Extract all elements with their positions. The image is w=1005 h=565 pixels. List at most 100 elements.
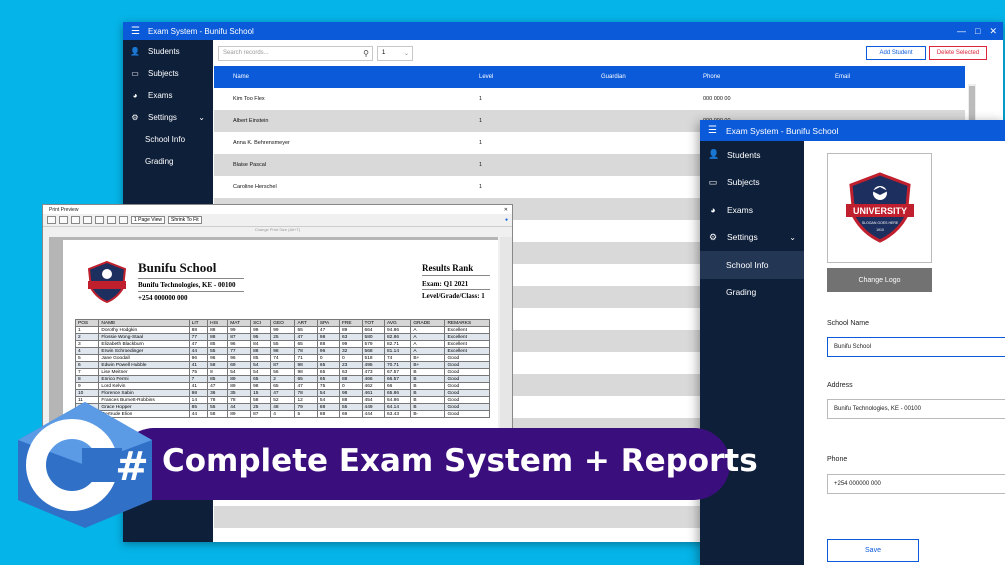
- fit-select[interactable]: Shrink To Fit: [167, 216, 202, 224]
- chevron-down-icon: ⌄: [198, 112, 205, 122]
- school-name-field[interactable]: Bunifu School: [827, 337, 1005, 357]
- column-header-phone[interactable]: Phone: [703, 74, 825, 80]
- four-page-icon[interactable]: [119, 216, 128, 224]
- table-cell: 48: [270, 403, 296, 411]
- column-header: POS: [74, 319, 100, 327]
- close-icon[interactable]: ✕: [989, 26, 997, 37]
- table-cell: 63.43: [383, 410, 412, 418]
- three-page-icon[interactable]: [107, 216, 116, 224]
- table-cell: 88: [250, 347, 272, 355]
- table-cell: 75: [188, 368, 209, 376]
- table-cell: 98: [188, 389, 209, 397]
- table-row: 2 Flossie Wong-Staal 77 88 87 95 25 47 98 63 580 82…: [74, 333, 490, 341]
- table-row: 1 Dorothy Hodgkin 88 88 99 99 99 55 47 89 664 94.86…: [74, 326, 490, 334]
- column-header-level[interactable]: Level: [459, 74, 581, 80]
- table-cell: 99: [270, 326, 296, 334]
- table-cell: Excellent: [444, 333, 490, 341]
- sidebar-item-school-info[interactable]: School Info: [700, 251, 804, 279]
- zoom-auto-icon[interactable]: [71, 216, 80, 224]
- sidebar-item-label: Settings: [148, 112, 177, 122]
- sidebar-item-settings[interactable]: ⚙ Settings ⌄: [123, 106, 213, 128]
- column-header-email[interactable]: Email: [825, 74, 850, 80]
- sidebar: 👤 Students ▭ Subjects ◕ Exams ⚙ Settings…: [700, 141, 804, 565]
- sidebar-item-grading[interactable]: Grading: [700, 279, 804, 307]
- page-view-select[interactable]: 1 Page View: [131, 216, 165, 224]
- delete-selected-button[interactable]: Delete Selected: [929, 46, 987, 60]
- table-cell: 44: [188, 410, 209, 418]
- table-cell: 79: [294, 403, 318, 411]
- cell-phone: 000 000 00: [703, 96, 731, 102]
- table-cell: 580: [361, 333, 386, 341]
- table-cell: 94.86: [383, 326, 412, 334]
- table-cell: 89: [227, 410, 252, 418]
- sidebar-item-grading[interactable]: Grading: [123, 150, 213, 172]
- print-size-hint: Change Print Size (Alt+T): [254, 227, 301, 232]
- print-icon[interactable]: [47, 216, 56, 224]
- column-header: REMARKS: [444, 319, 490, 327]
- sidebar-item-exams[interactable]: ◕ Exams: [123, 84, 213, 106]
- table-cell: 65: [316, 375, 340, 383]
- table-cell: 89: [338, 326, 363, 334]
- csharp-hash: #: [115, 444, 149, 490]
- sidebar-item-subjects[interactable]: ▭ Subjects: [700, 169, 804, 197]
- one-page-icon[interactable]: [83, 216, 92, 224]
- column-header-guardian[interactable]: Guardian: [581, 74, 703, 80]
- sidebar-item-exams[interactable]: ◕ Exams: [700, 196, 804, 224]
- table-cell: 96: [227, 340, 252, 348]
- table-row[interactable]: Kim Too Flex 1 000 000 00: [214, 88, 965, 110]
- maximize-icon[interactable]: □: [975, 26, 980, 37]
- table-cell: 7: [74, 368, 100, 376]
- sidebar-item-students[interactable]: 👤 Students: [123, 40, 213, 62]
- column-header: GEO: [270, 319, 296, 327]
- table-cell: A: [410, 326, 446, 334]
- hamburger-menu-icon[interactable]: ☰: [708, 125, 717, 136]
- table-cell: 568: [361, 347, 386, 355]
- level-select[interactable]: 1 ⌄: [377, 45, 413, 61]
- column-header-name[interactable]: Name: [214, 74, 459, 80]
- table-row: 5 Jane Goodall 96 96 96 85 74 71 0 0 518 74 B+ Good: [74, 354, 490, 362]
- table-cell: 54: [250, 361, 272, 369]
- vertical-scrollbar[interactable]: [500, 237, 512, 453]
- save-button[interactable]: Save: [827, 539, 919, 562]
- table-cell: 52: [270, 396, 296, 404]
- table-cell: 88: [188, 326, 209, 334]
- close-icon[interactable]: ✕: [504, 207, 508, 213]
- table-cell: 78: [294, 347, 318, 355]
- table-cell: 454: [361, 396, 386, 404]
- table-cell: 95: [250, 333, 272, 341]
- table-cell: 74: [383, 354, 412, 362]
- hamburger-menu-icon[interactable]: ☰: [131, 26, 140, 37]
- sidebar-item-school-info[interactable]: School Info: [123, 128, 213, 150]
- phone-field[interactable]: +254 000000 000: [827, 474, 1005, 494]
- search-icon[interactable]: ⚲: [363, 49, 369, 58]
- table-cell: 64.86: [383, 396, 412, 404]
- sidebar-item-label: Settings: [727, 232, 758, 243]
- report-title: Results Rank: [422, 263, 474, 273]
- table-cell: 85: [207, 340, 229, 348]
- gear-icon: ⚙: [131, 112, 139, 122]
- sidebar-item-students[interactable]: 👤 Students: [700, 141, 804, 169]
- minimize-icon[interactable]: —: [957, 26, 966, 37]
- search-input[interactable]: Search records... ⚲: [218, 45, 373, 61]
- table-cell: 89: [227, 382, 252, 390]
- window-title: Exam System - Bunifu School: [725, 125, 839, 136]
- sidebar-item-settings[interactable]: ⚙ Settings ⌄: [700, 224, 804, 252]
- table-cell: 55: [270, 340, 296, 348]
- table-cell: 14: [188, 396, 209, 404]
- two-page-icon[interactable]: [95, 216, 104, 224]
- address-field[interactable]: Bunifu Technologies, KE - 00100: [827, 399, 1005, 419]
- sidebar-item-subjects[interactable]: ▭ Subjects: [123, 62, 213, 84]
- table-cell: 44: [227, 403, 252, 411]
- table-cell: 35: [227, 389, 252, 397]
- table-cell: 15: [250, 389, 272, 397]
- change-logo-button[interactable]: Change Logo: [827, 268, 932, 292]
- table-cell: Excellent: [444, 326, 490, 334]
- column-header: SPA: [316, 319, 340, 327]
- table-cell: 98: [250, 382, 272, 390]
- help-icon[interactable]: ●: [505, 217, 508, 223]
- table-cell: 78: [207, 396, 229, 404]
- cell-level: 1: [479, 162, 483, 168]
- add-student-button[interactable]: Add Student: [866, 46, 926, 60]
- zoom-icon[interactable]: [59, 216, 68, 224]
- column-header: GRADE: [410, 319, 446, 327]
